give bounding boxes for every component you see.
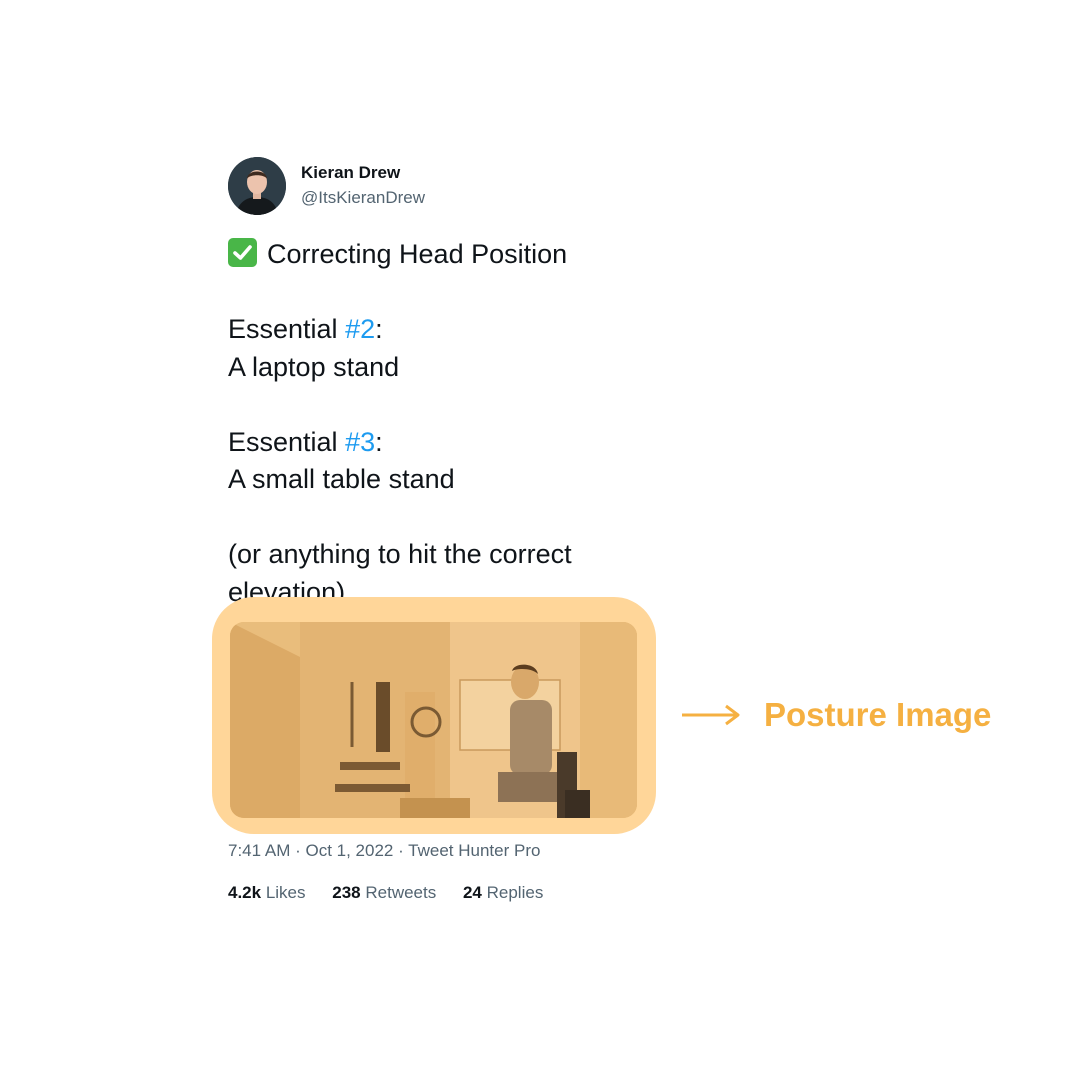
tweet-line-essential-2: Essential #2:: [228, 311, 668, 349]
tweet-line-table-stand: A small table stand: [228, 464, 455, 494]
essential-2-prefix: Essential: [228, 314, 346, 344]
essential-2-suffix: :: [375, 314, 383, 344]
likes-count: 4.2k: [228, 883, 262, 902]
hashtag-2[interactable]: #2: [345, 314, 375, 344]
tweet-stats: 4.2k Likes 238 Retweets 24 Replies: [228, 883, 565, 903]
tweet-text: Correcting Head Position Essential #2: A…: [228, 236, 668, 611]
replies-count: 24: [462, 883, 482, 902]
hashtag-3[interactable]: #3: [345, 427, 375, 457]
arrow-right-icon: [682, 702, 742, 733]
replies-label: Replies: [486, 883, 544, 902]
posture-image[interactable]: [230, 622, 637, 818]
tweet-line-laptop-stand: A laptop stand: [228, 351, 400, 382]
retweets-label: Retweets: [365, 883, 437, 902]
tweet-line-essential-3: Essential #3:: [228, 424, 668, 462]
tweet-line-heading: Correcting Head Position: [228, 236, 668, 274]
likes-label: Likes: [265, 883, 306, 902]
media-highlight: [212, 597, 656, 834]
replies-stat[interactable]: 24 Replies: [463, 883, 543, 902]
retweets-stat[interactable]: 238 Retweets: [332, 883, 436, 902]
author-name[interactable]: Kieran Drew: [301, 163, 400, 183]
tweet-line-note-1: (or anything to hit the correct: [228, 539, 572, 569]
essential-3-prefix: Essential: [228, 426, 346, 457]
heading-text: Correcting Head Position: [267, 239, 568, 269]
essential-3-suffix: :: [375, 426, 383, 457]
author-handle[interactable]: @ItsKieranDrew: [301, 188, 425, 208]
retweets-count: 238: [332, 883, 361, 902]
tweet-timestamp: 7:41 AM · Oct 1, 2022 · Tweet Hunter Pro: [228, 841, 541, 860]
callout-label: Posture Image: [764, 696, 992, 733]
likes-stat[interactable]: 4.2k Likes: [228, 883, 306, 902]
avatar[interactable]: [228, 157, 286, 215]
check-mark-button-icon: [228, 238, 257, 267]
